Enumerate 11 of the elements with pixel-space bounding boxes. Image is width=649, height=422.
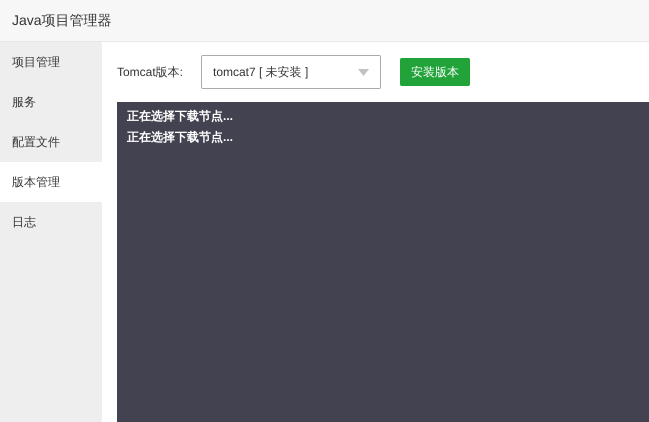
sidebar-item[interactable]: 版本管理	[0, 162, 102, 202]
console-line: 正在选择下载节点...	[127, 108, 234, 124]
console-line: 正在选择下载节点...	[127, 129, 234, 145]
version-label: Tomcat版本:	[117, 64, 184, 81]
sidebar-item[interactable]: 日志	[0, 202, 102, 242]
window-title: Java项目管理器	[12, 11, 112, 30]
dropdown-caret-icon	[358, 68, 369, 76]
sidebar-item[interactable]: 配置文件	[0, 122, 102, 162]
sidebar-item[interactable]: 项目管理	[0, 42, 102, 82]
sidebar-item[interactable]: 服务	[0, 82, 102, 122]
version-select[interactable]: tomcat7 [ 未安装 ]	[201, 55, 381, 89]
